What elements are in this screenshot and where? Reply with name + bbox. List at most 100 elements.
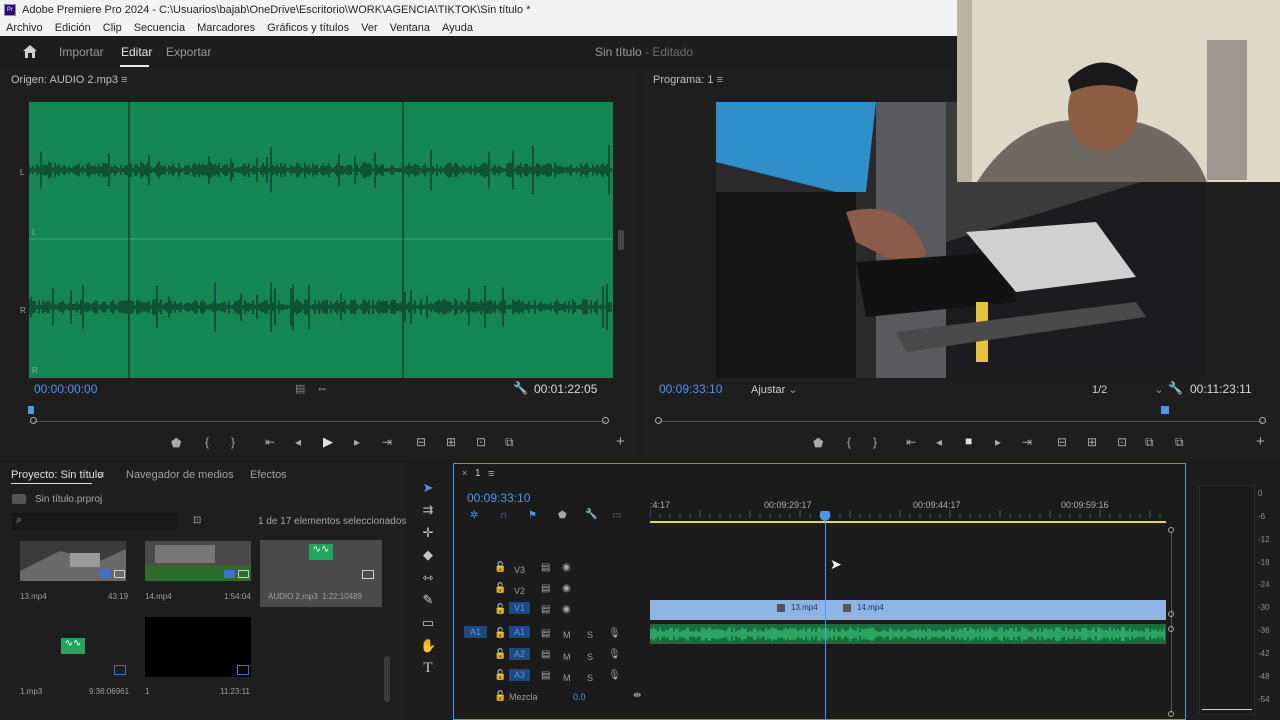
sequence-tab[interactable]: 1 xyxy=(475,468,481,479)
type-tool-icon[interactable]: T xyxy=(420,660,436,676)
linked-selection-icon[interactable]: ⚑ xyxy=(528,510,537,521)
source-scrub-bar[interactable] xyxy=(34,421,606,422)
source-monitor-title[interactable]: Origen: AUDIO 2.mp3 ≡ xyxy=(11,74,127,86)
sync-lock-icon[interactable]: ▤ xyxy=(541,604,550,615)
pen-tool-icon[interactable]: ✎ xyxy=(420,592,436,608)
sequence-menu-icon[interactable]: ≡ xyxy=(488,468,494,480)
extract-icon[interactable]: ⊞ xyxy=(1087,435,1097,449)
menu-archivo[interactable]: Archivo xyxy=(6,22,43,34)
v1-clip-lane[interactable]: 13.mp4 14.mp4 xyxy=(650,600,1166,620)
mute-button[interactable]: M xyxy=(563,673,571,683)
play-icon[interactable]: ▶ xyxy=(323,434,333,450)
a1-audio-clip[interactable] xyxy=(650,624,1166,644)
audio-waveform[interactable] xyxy=(29,102,613,378)
sync-lock-icon[interactable]: ▤ xyxy=(541,583,550,594)
tab-media-browser[interactable]: Navegador de medios xyxy=(126,469,234,481)
sync-lock-icon[interactable]: ▤ xyxy=(541,562,550,573)
captions-icon[interactable]: ▭ xyxy=(612,510,621,521)
track-label-a3[interactable]: A3 xyxy=(509,669,531,681)
timeline-marker-icon[interactable]: ⬟ xyxy=(558,510,567,521)
snap-nest-icon[interactable]: ✲ xyxy=(470,510,478,521)
menu-ventana[interactable]: Ventana xyxy=(390,22,430,34)
resolution-dropdown[interactable]: 1/2 ⌄ xyxy=(1092,383,1164,396)
export-frame-icon[interactable]: ⊡ xyxy=(476,435,486,449)
track-select-tool-icon[interactable]: ⇉ xyxy=(420,502,436,518)
step-forward-icon[interactable]: ▸ xyxy=(354,435,360,449)
solo-button[interactable]: S xyxy=(587,673,593,683)
source-playhead[interactable] xyxy=(28,406,34,414)
program-playhead[interactable] xyxy=(1161,406,1169,414)
menu-graficos[interactable]: Gráficos y títulos xyxy=(267,22,349,34)
program-go-to-out-icon[interactable]: ⇥ xyxy=(1022,435,1032,449)
new-bin-search-icon[interactable]: ⊡ xyxy=(193,515,201,526)
wrench-icon[interactable]: 🔧 xyxy=(513,381,528,395)
program-wrench-icon[interactable]: 🔧 xyxy=(1168,381,1183,395)
selection-tool-icon[interactable]: ➤ xyxy=(420,480,436,496)
program-mark-out-icon[interactable]: } xyxy=(873,435,877,449)
add-marker-icon[interactable]: ⬟ xyxy=(171,436,181,450)
sync-lock-icon[interactable]: ▤ xyxy=(541,670,550,681)
go-to-in-icon[interactable]: ⇤ xyxy=(265,435,275,449)
source-timecode[interactable]: 00:00:00:00 xyxy=(34,382,97,396)
fit-dropdown[interactable]: Ajustar ⌄ xyxy=(751,383,798,396)
project-search-input[interactable]: ⌕ xyxy=(12,513,177,530)
step-back-icon[interactable]: ◂ xyxy=(295,435,301,449)
drag-audio-icon[interactable]: ⇔ xyxy=(316,381,328,395)
tab-effects[interactable]: Efectos xyxy=(250,469,287,481)
microphone-icon[interactable]: 🎙 xyxy=(608,649,621,660)
overwrite-icon[interactable]: ⊞ xyxy=(446,435,456,449)
tab-importar[interactable]: Importar xyxy=(59,45,104,59)
program-export-frame-icon[interactable]: ⊡ xyxy=(1117,435,1127,449)
sync-lock-icon[interactable]: ▤ xyxy=(541,649,550,660)
rectangle-tool-icon[interactable]: ▭ xyxy=(420,615,436,631)
menu-ver[interactable]: Ver xyxy=(361,22,378,34)
tab-project[interactable]: Proyecto: Sin título xyxy=(11,469,103,481)
mute-button[interactable]: M xyxy=(563,652,571,662)
project-item-14-thumbnail[interactable] xyxy=(145,541,251,581)
track-label-v3[interactable]: V3 xyxy=(514,565,525,575)
program-button-editor-icon[interactable]: ⧉ xyxy=(1175,435,1184,450)
eye-icon[interactable]: ◉ xyxy=(562,583,571,594)
drag-video-icon[interactable]: ▤ xyxy=(295,382,305,395)
menu-marcadores[interactable]: Marcadores xyxy=(197,22,255,34)
lock-icon[interactable]: 🔓 xyxy=(494,649,506,660)
project-item-name[interactable]: 1.mp3 xyxy=(20,687,42,696)
menu-secuencia[interactable]: Secuencia xyxy=(134,22,185,34)
snap-icon[interactable]: ∩ xyxy=(500,510,507,521)
program-add-button-icon[interactable]: + xyxy=(1256,433,1265,450)
mix-value[interactable]: 0.0 xyxy=(573,692,586,702)
track-label-a1[interactable]: A1 xyxy=(509,626,531,638)
project-menu-icon[interactable]: ≡ xyxy=(98,469,104,481)
lock-icon[interactable]: 🔓 xyxy=(494,628,506,639)
solo-button[interactable]: S xyxy=(587,630,593,640)
go-to-marker-icon[interactable]: ⇼ xyxy=(633,690,641,701)
menu-clip[interactable]: Clip xyxy=(103,22,122,34)
tab-editar[interactable]: Editar xyxy=(121,45,152,59)
program-add-marker-icon[interactable]: ⬟ xyxy=(813,436,823,450)
microphone-icon[interactable]: 🎙 xyxy=(608,628,621,639)
program-mark-in-icon[interactable]: { xyxy=(847,435,851,449)
menu-ayuda[interactable]: Ayuda xyxy=(442,22,473,34)
mark-in-icon[interactable]: { xyxy=(205,435,209,449)
source-patch-a1[interactable]: A1 xyxy=(464,626,488,638)
timeline-timecode[interactable]: 00:09:33:10 xyxy=(467,491,530,505)
sequence-thumbnail[interactable] xyxy=(145,617,251,677)
timeline-playhead-handle[interactable] xyxy=(820,511,830,521)
mute-button[interactable]: M xyxy=(563,630,571,640)
lock-icon[interactable]: 🔓 xyxy=(494,670,506,681)
microphone-icon[interactable]: 🎙 xyxy=(608,670,621,681)
track-label-a2[interactable]: A2 xyxy=(509,648,531,660)
program-step-forward-icon[interactable]: ▸ xyxy=(995,435,1001,449)
track-label-v1[interactable]: V1 xyxy=(509,602,531,614)
tab-exportar[interactable]: Exportar xyxy=(166,45,211,59)
program-scrub-bar[interactable] xyxy=(659,421,1263,422)
track-label-v2[interactable]: V2 xyxy=(514,586,525,596)
program-timecode[interactable]: 00:09:33:10 xyxy=(659,382,722,396)
project-scrollbar[interactable] xyxy=(384,656,390,702)
program-go-to-in-icon[interactable]: ⇤ xyxy=(906,435,916,449)
timeline-vertical-scroll[interactable] xyxy=(1171,533,1172,713)
add-button-icon[interactable]: + xyxy=(616,433,625,450)
lock-icon[interactable]: 🔓 xyxy=(494,562,506,573)
scroll-handle[interactable] xyxy=(1168,611,1174,617)
lock-icon[interactable]: 🔓 xyxy=(494,604,506,615)
